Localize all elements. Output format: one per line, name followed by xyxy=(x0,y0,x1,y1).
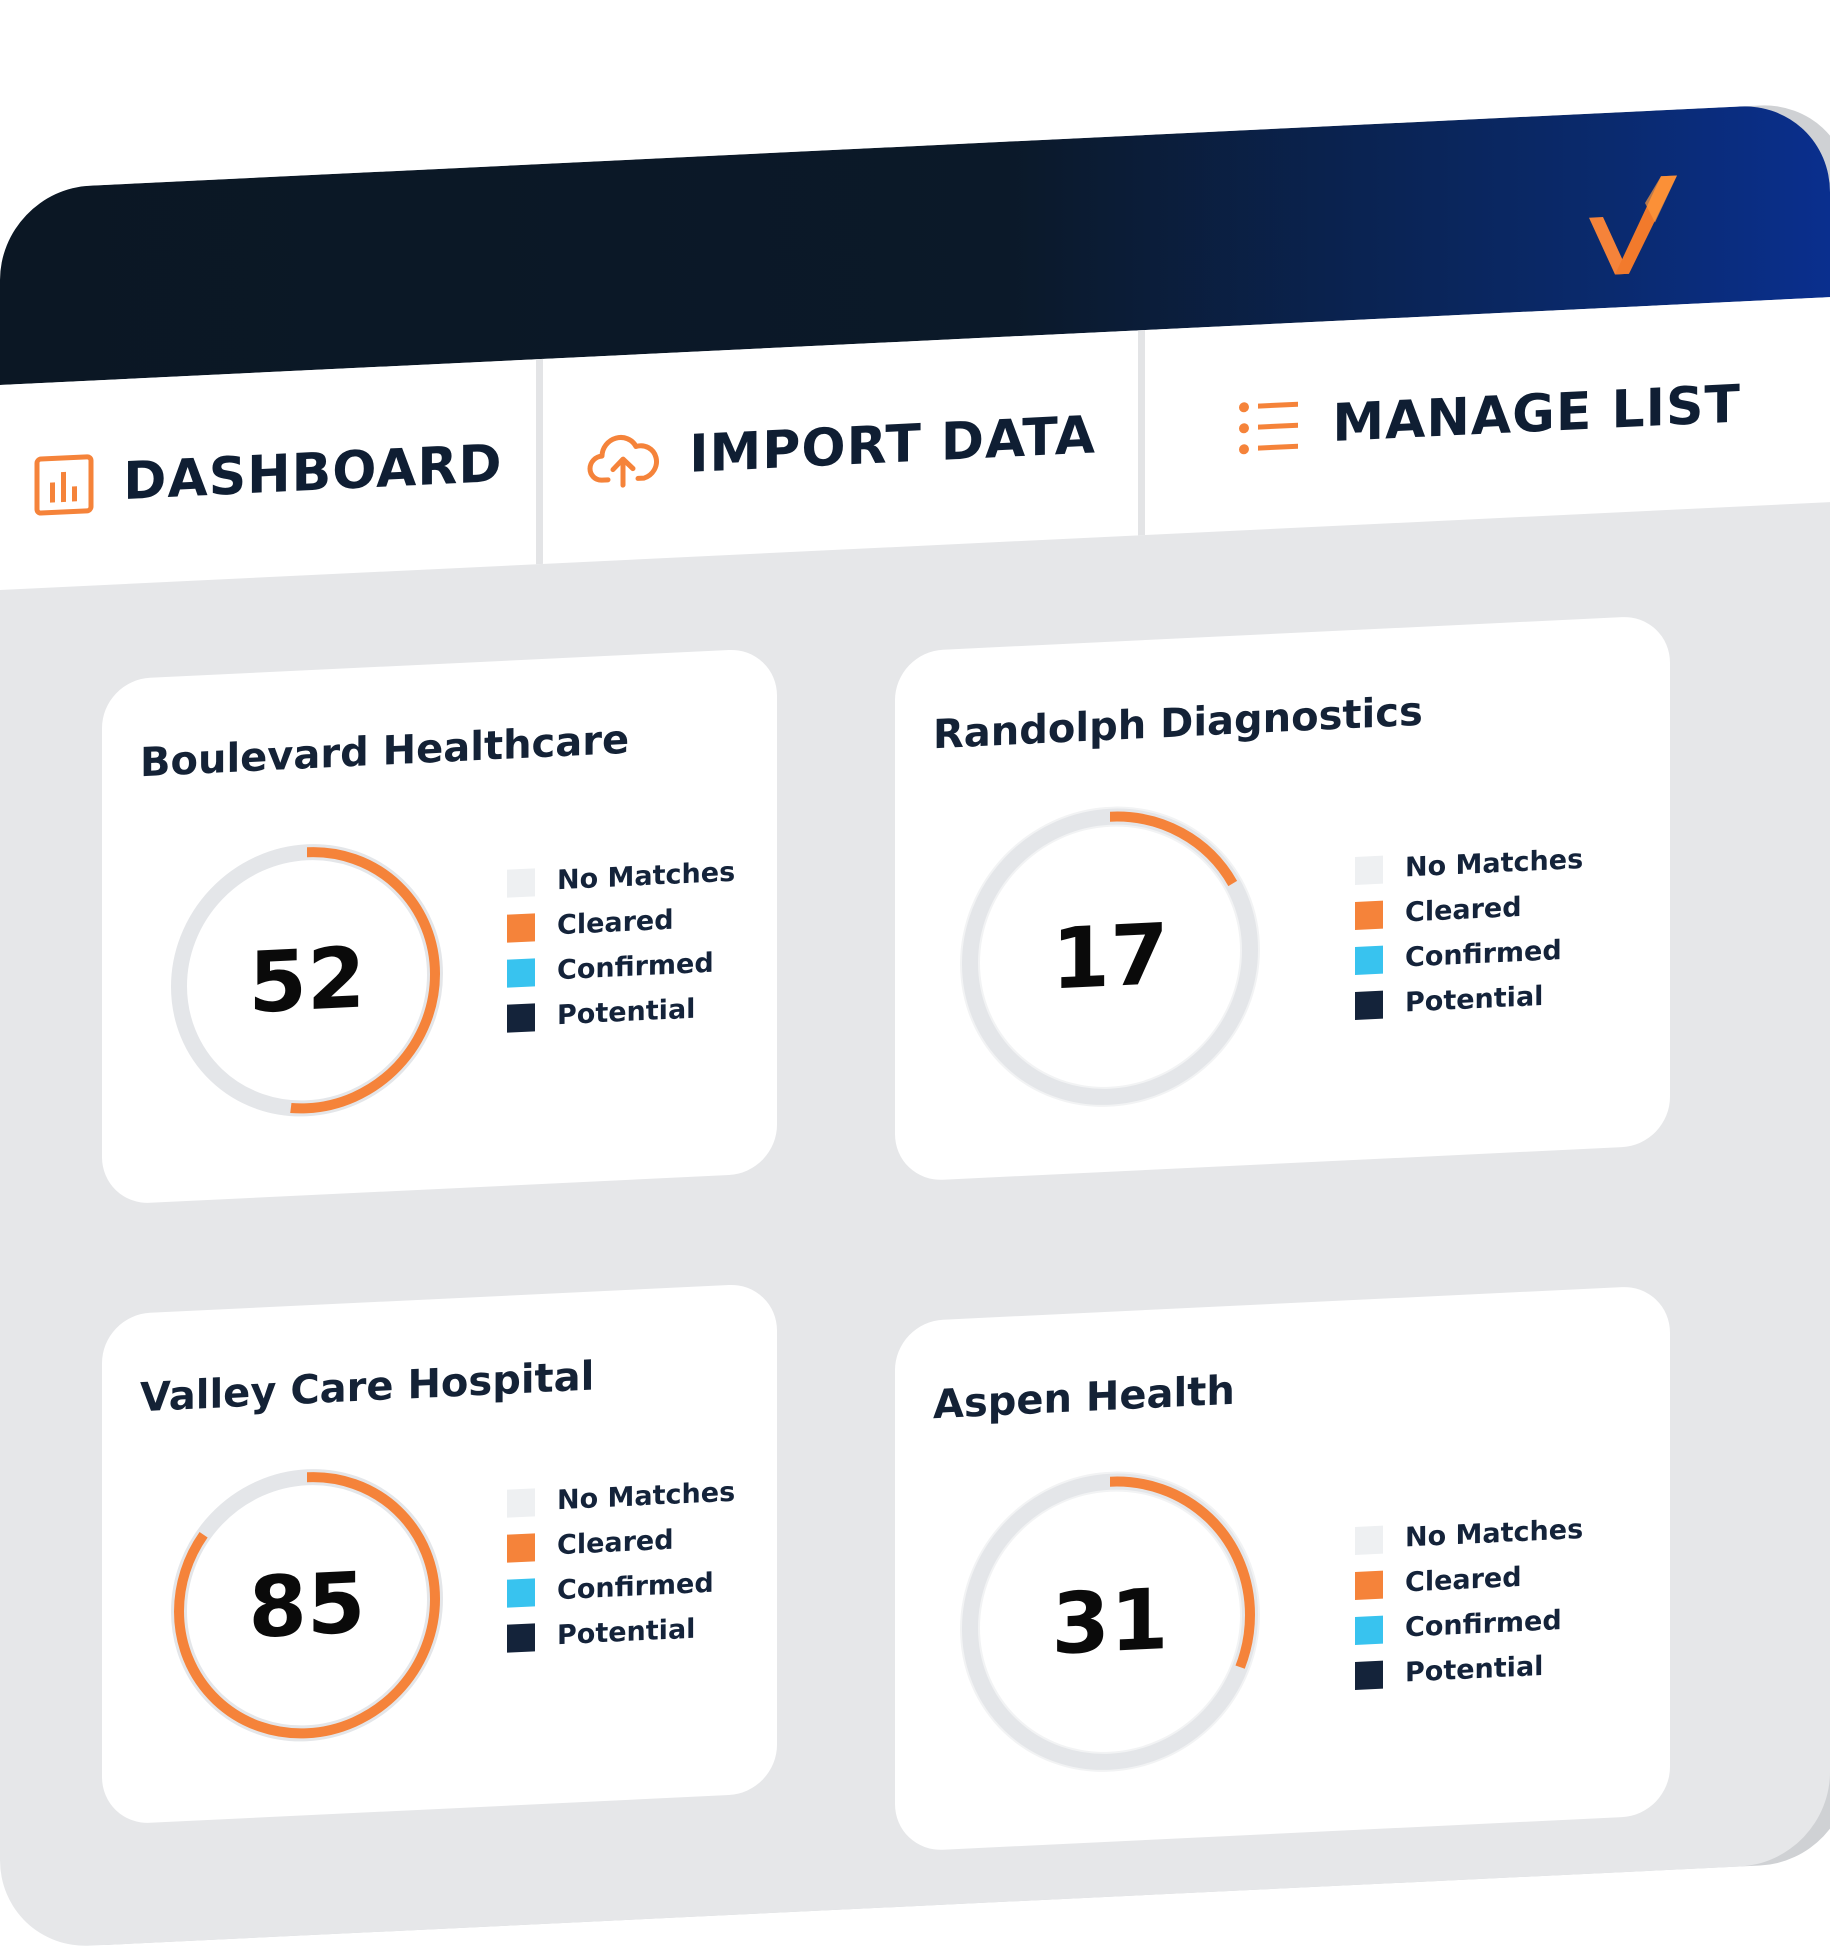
card-title: Valley Care Hospital xyxy=(140,1353,595,1422)
card-value: 52 xyxy=(248,928,366,1033)
window-frame: DASHBOARD IMPORT DATA MANAGE LIST Boulev… xyxy=(0,102,1830,1950)
legend-label: Potential xyxy=(1405,980,1544,1019)
donut-chart: 17 xyxy=(960,800,1260,1114)
tab-label: DASHBOARD xyxy=(123,433,503,512)
legend-label: Cleared xyxy=(1405,891,1522,929)
legend-swatch xyxy=(507,1487,535,1518)
legend-swatch xyxy=(507,1002,535,1033)
legend-label: Potential xyxy=(557,1613,696,1652)
legend: No Matches Cleared Confirmed Potential xyxy=(507,850,735,1041)
card-value: 85 xyxy=(248,1553,366,1658)
checkmark-logo xyxy=(1589,175,1677,275)
org-card[interactable]: Randolph Diagnostics 17 No Matches Cleare… xyxy=(895,614,1670,1183)
legend-label: Cleared xyxy=(557,904,674,942)
legend-item: Potential xyxy=(507,985,735,1041)
donut-chart: 85 xyxy=(157,1448,457,1762)
legend-swatch xyxy=(1355,945,1383,975)
tab-dashboard[interactable]: DASHBOARD xyxy=(0,358,543,590)
tab-manage-list[interactable]: MANAGE LIST xyxy=(1145,297,1830,535)
legend-label: Potential xyxy=(557,993,696,1032)
org-card[interactable]: Aspen Health 31 No Matches Cleared Confirm… xyxy=(895,1284,1670,1853)
legend-swatch xyxy=(1355,1570,1383,1600)
donut-chart: 52 xyxy=(157,823,457,1137)
card-title: Boulevard Healthcare xyxy=(140,716,630,787)
legend-label: Cleared xyxy=(557,1524,674,1562)
legend-swatch xyxy=(507,1622,535,1653)
legend-label: Confirmed xyxy=(1405,1605,1562,1644)
app-window: DASHBOARD IMPORT DATA MANAGE LIST Boulev… xyxy=(0,0,1830,1950)
legend: No Matches Cleared Confirmed Potential xyxy=(507,1470,735,1661)
legend-label: Potential xyxy=(1405,1650,1544,1689)
legend-swatch xyxy=(507,1532,535,1563)
card-value: 31 xyxy=(1051,1569,1169,1674)
legend: No Matches Cleared Confirmed Potential xyxy=(1355,837,1583,1028)
legend-label: No Matches xyxy=(1405,1514,1584,1554)
legend-swatch xyxy=(507,912,535,943)
app-shell: DASHBOARD IMPORT DATA MANAGE LIST Boulev… xyxy=(0,0,1830,1950)
tab-label: IMPORT DATA xyxy=(689,404,1096,485)
card-title: Randolph Diagnostics xyxy=(933,688,1423,759)
legend: No Matches Cleared Confirmed Potential xyxy=(1355,1507,1583,1698)
legend-swatch xyxy=(1355,900,1383,930)
org-card[interactable]: Valley Care Hospital 85 No Matches Cleare… xyxy=(102,1282,777,1826)
legend-item: Potential xyxy=(507,1605,735,1661)
legend-swatch xyxy=(507,957,535,988)
card-value: 17 xyxy=(1051,904,1169,1009)
tab-import-data[interactable]: IMPORT DATA xyxy=(542,330,1146,564)
legend-swatch xyxy=(507,867,535,898)
legend-label: Confirmed xyxy=(1405,935,1562,974)
cloud-upload-icon xyxy=(587,434,660,488)
legend-swatch xyxy=(1355,1525,1383,1555)
donut-chart: 31 xyxy=(960,1465,1260,1779)
legend-label: No Matches xyxy=(1405,844,1584,884)
card-title: Aspen Health xyxy=(933,1367,1235,1429)
legend-swatch xyxy=(1355,990,1383,1020)
legend-label: Confirmed xyxy=(557,947,714,987)
legend-label: Cleared xyxy=(1405,1561,1522,1599)
bar-chart-icon xyxy=(34,453,94,516)
legend-swatch xyxy=(1355,1660,1383,1690)
tab-label: MANAGE LIST xyxy=(1332,373,1741,454)
legend-item: Potential xyxy=(1355,1642,1583,1698)
legend-swatch xyxy=(1355,1615,1383,1645)
org-card[interactable]: Boulevard Healthcare 52 No Matches Cleare… xyxy=(102,647,777,1206)
legend-label: No Matches xyxy=(557,1476,736,1517)
list-icon xyxy=(1239,401,1299,454)
legend-label: No Matches xyxy=(557,856,736,897)
legend-item: Potential xyxy=(1355,972,1583,1028)
legend-swatch xyxy=(1355,855,1383,885)
legend-label: Confirmed xyxy=(557,1567,714,1607)
legend-swatch xyxy=(507,1577,535,1608)
